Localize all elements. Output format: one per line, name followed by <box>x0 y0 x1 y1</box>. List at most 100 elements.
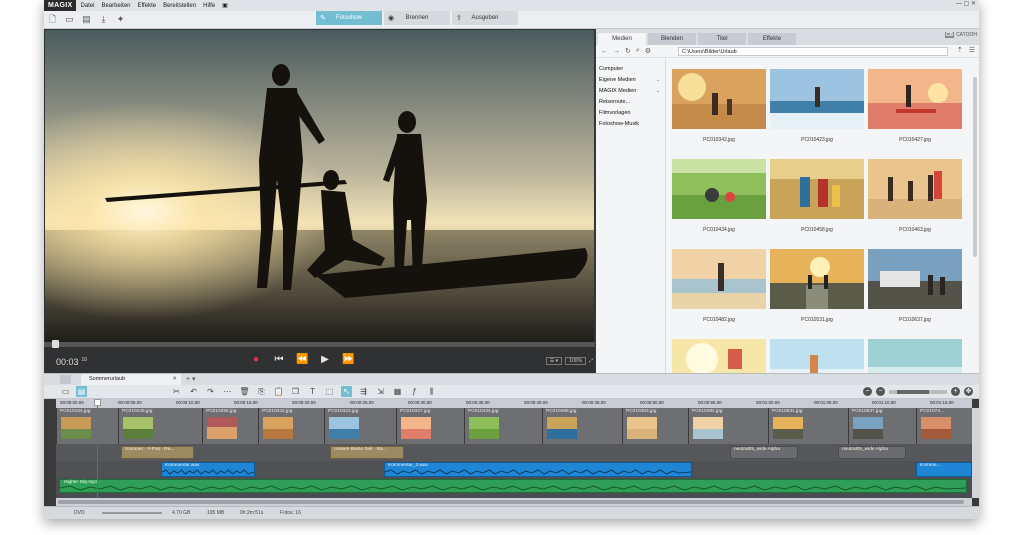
zoom-out-icon[interactable]: − <box>863 387 872 396</box>
refresh-icon[interactable]: ↻ <box>625 47 631 55</box>
menu-bereitstellen[interactable]: Bereitstellen <box>163 3 196 9</box>
timeline-mode-icon[interactable]: ▤ <box>76 386 87 397</box>
menu-effekte[interactable]: Effekte <box>138 3 157 9</box>
preview-zoom-select[interactable]: 100% <box>565 357 586 365</box>
redo-icon[interactable]: ↷ <box>205 386 216 397</box>
playhead[interactable] <box>97 399 98 498</box>
photo-clip[interactable]: PC010463.jpg <box>622 408 688 444</box>
mode-brennen[interactable]: ◉ Brennen <box>384 11 450 25</box>
media-tile[interactable]: PC010342.jpg <box>672 69 766 159</box>
title-clip[interactable]: Unsere Beste Zeit · Ra... <box>330 446 404 459</box>
media-tile[interactable]: PC010531.jpg <box>770 249 864 339</box>
pointer-icon[interactable]: ↖ <box>341 386 352 397</box>
zoom-in-icon[interactable]: + <box>951 387 960 396</box>
music-clip[interactable]: Higher Sky.mp3 <box>59 479 967 493</box>
monitor-icon[interactable]: ▭ <box>60 386 71 397</box>
media-tile[interactable]: PC010458.jpg <box>770 159 864 249</box>
scrubber-handle[interactable] <box>52 340 59 348</box>
mode-ausgeben[interactable]: ⇪ Ausgeben <box>452 11 518 25</box>
magic-wand-icon[interactable]: ✦ <box>115 14 126 25</box>
trash-icon[interactable]: 🗑 <box>239 386 250 397</box>
storyboard-view-icon[interactable] <box>60 375 71 384</box>
path-input[interactable]: C:\Users\Bilder\Urlaub <box>678 47 948 56</box>
paste-icon[interactable]: 📋 <box>273 386 284 397</box>
tab-titel[interactable]: Titel <box>698 33 746 45</box>
record-icon[interactable]: ● <box>250 354 262 366</box>
tab-effekte[interactable]: Effekte <box>748 33 796 45</box>
ripple-icon[interactable]: ⇶ <box>358 386 369 397</box>
close-icon[interactable]: ✕ <box>172 374 177 385</box>
chat-icon[interactable]: ▣ <box>222 2 228 9</box>
photo-clip[interactable]: PC010427.jpg <box>396 408 464 444</box>
photo-clip[interactable]: PC010531.jpg <box>768 408 848 444</box>
tree-item-computer[interactable]: Computer <box>598 64 665 75</box>
save-icon[interactable]: ▤ <box>81 14 92 25</box>
media-tile[interactable]: PC010434.jpg <box>672 159 766 249</box>
photo-clip[interactable]: PC010434.jpg <box>464 408 542 444</box>
play-icon[interactable]: ▶ <box>319 354 331 366</box>
photo-clip[interactable]: PC010342.jpg <box>258 408 324 444</box>
timeline-vertical-scrollbar[interactable] <box>972 408 979 498</box>
photo-clip[interactable]: PC010482.jpg <box>688 408 768 444</box>
chevron-down-icon[interactable]: ⌄ <box>656 86 660 97</box>
list-view-icon[interactable]: ☰ <box>969 46 975 54</box>
upload-folder-icon[interactable]: ⇡ <box>957 46 963 54</box>
duplicate-icon[interactable]: ❐ <box>290 386 301 397</box>
undo-icon[interactable]: ↶ <box>188 386 199 397</box>
audio-clip[interactable]: Komme... <box>916 462 972 477</box>
media-tile[interactable]: PC010423.jpg <box>770 69 864 159</box>
tree-item-magix-medien[interactable]: MAGIX Medien ⌄ <box>598 86 665 97</box>
fullscreen-icon[interactable]: ⤢ <box>589 358 593 364</box>
copy-icon[interactable]: ⎘ <box>256 386 267 397</box>
menu-bearbeiten[interactable]: Bearbeiten <box>101 3 130 9</box>
new-file-icon[interactable]: 🗋 <box>47 14 58 25</box>
tree-item-reiseroute[interactable]: Reiseroute... <box>598 97 665 108</box>
scissors-icon[interactable]: ✂ <box>171 386 182 397</box>
playhead-handle[interactable] <box>94 399 101 406</box>
media-tile[interactable]: PC010637.jpg <box>868 249 962 339</box>
tree-item-fotoshow-musik[interactable]: Fotoshow-Musik <box>598 119 665 130</box>
text-icon[interactable]: T <box>307 386 318 397</box>
media-tile[interactable]: PC010463.jpg <box>868 159 962 249</box>
menu-hilfe[interactable]: Hilfe <box>203 3 215 9</box>
photo-clip[interactable]: PC010249.jpg <box>118 408 202 444</box>
more-icon[interactable]: ⋯ <box>222 386 233 397</box>
catooh-link[interactable]: CB CATOOH <box>944 32 977 38</box>
import-icon[interactable]: ⤓ <box>98 14 109 25</box>
time-ruler[interactable]: 00:00:00.00 00:00:05.00 00:00:10.00 00:0… <box>56 399 972 408</box>
tree-item-eigene-medien[interactable]: Eigene Medien ⌄ <box>598 75 665 86</box>
add-tab-icon[interactable]: + ▾ <box>186 374 196 385</box>
forward-arrow-icon[interactable]: → <box>613 48 620 55</box>
window-controls[interactable]: — ▢ ✕ <box>956 0 976 7</box>
preview-scrubber[interactable] <box>44 340 595 348</box>
fx-icon[interactable]: ƒ <box>409 386 420 397</box>
audio-clip[interactable]: Kommentar.wav <box>161 462 255 477</box>
mixer-icon[interactable]: ⫼ <box>426 386 437 397</box>
photo-clip[interactable]: PC010458.jpg <box>542 408 622 444</box>
search-icon[interactable]: ⌕ <box>636 47 640 55</box>
skip-start-icon[interactable]: ⏮ <box>273 354 285 366</box>
gear-icon[interactable]: ⚙ <box>645 47 651 55</box>
title-clip[interactable]: Sommer · Y-Pos · Ra... <box>121 446 194 459</box>
photo-clip[interactable]: PC010154.jpg <box>56 408 118 444</box>
frame-icon[interactable]: ⬚ <box>324 386 335 397</box>
chevron-down-icon[interactable]: ⌄ <box>656 75 660 86</box>
project-tab[interactable]: Sommerurlaub ✕ <box>81 374 181 385</box>
open-folder-icon[interactable]: ▭ <box>64 14 75 25</box>
menu-datei[interactable]: Datei <box>80 3 94 9</box>
tab-blenden[interactable]: Blenden <box>648 33 696 45</box>
title-clip[interactable]: neutral05_wide Alpha <box>730 446 798 459</box>
title-clip[interactable]: neutral05_wide Alpha <box>838 446 906 459</box>
rewind-icon[interactable]: ⏪ <box>296 354 308 366</box>
fast-forward-icon[interactable]: ⏩ <box>342 354 354 366</box>
fit-icon[interactable]: ✥ <box>964 387 973 396</box>
back-arrow-icon[interactable]: ← <box>601 48 608 55</box>
zoom-slider[interactable] <box>889 389 947 394</box>
browser-scrollbar[interactable] <box>973 77 977 257</box>
status-medium[interactable]: DVD <box>74 510 85 516</box>
media-tile[interactable]: PC010427.jpg <box>868 69 962 159</box>
photo-clip[interactable]: PC010637.jpg <box>848 408 916 444</box>
photo-clip[interactable]: PC010255.jpg <box>202 408 258 444</box>
mode-fotoshow[interactable]: ✎ Fotoshow <box>316 11 382 25</box>
tree-item-filmvorlagen[interactable]: Filmvorlagen <box>598 108 665 119</box>
